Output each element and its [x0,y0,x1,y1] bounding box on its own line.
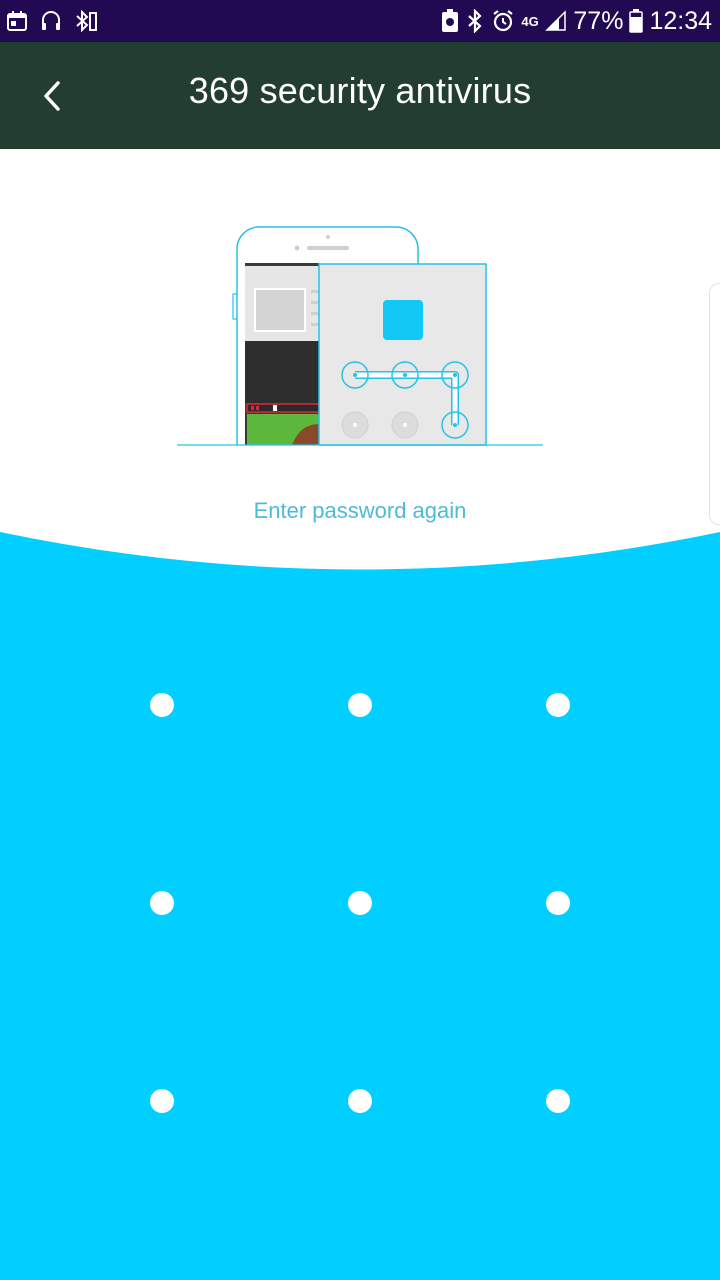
phone-pattern-lock-illustration [177,226,543,446]
network-4g-icon: 4G [521,13,539,29]
pattern-dot-4[interactable] [150,891,174,915]
pattern-lock-grid[interactable] [0,600,720,1200]
pattern-dot-5[interactable] [348,891,372,915]
pattern-dot-7[interactable] [150,1089,174,1113]
status-bar: 4G 77% 12:34 [0,0,720,42]
app-toolbar: 369 security antivirus [0,42,720,149]
pattern-dot-9[interactable] [546,1089,570,1113]
pattern-prompt: Enter password again [253,498,467,523]
pattern-dot-2[interactable] [348,693,372,717]
signal-icon [545,10,567,31]
clock: 12:34 [649,6,712,35]
pattern-dot-6[interactable] [546,891,570,915]
battery-saver-icon [442,9,459,32]
edge-panel-handle[interactable] [709,283,720,525]
battery-icon [629,9,644,33]
page-title: 369 security antivirus [188,70,532,111]
pattern-dot-8[interactable] [348,1089,372,1113]
header-panel: Enter password again [0,149,720,570]
calendar-icon [7,11,27,31]
bluetooth-battery-icon [76,10,97,32]
status-bar-left [6,8,98,34]
bluetooth-icon [468,9,482,33]
battery-percent: 77% [573,6,624,35]
headset-icon [42,11,60,30]
status-bar-right: 4G 77% 12:34 [441,6,712,36]
alarm-icon [493,10,514,32]
pattern-dot-3[interactable] [546,693,570,717]
pattern-dot-1[interactable] [150,693,174,717]
